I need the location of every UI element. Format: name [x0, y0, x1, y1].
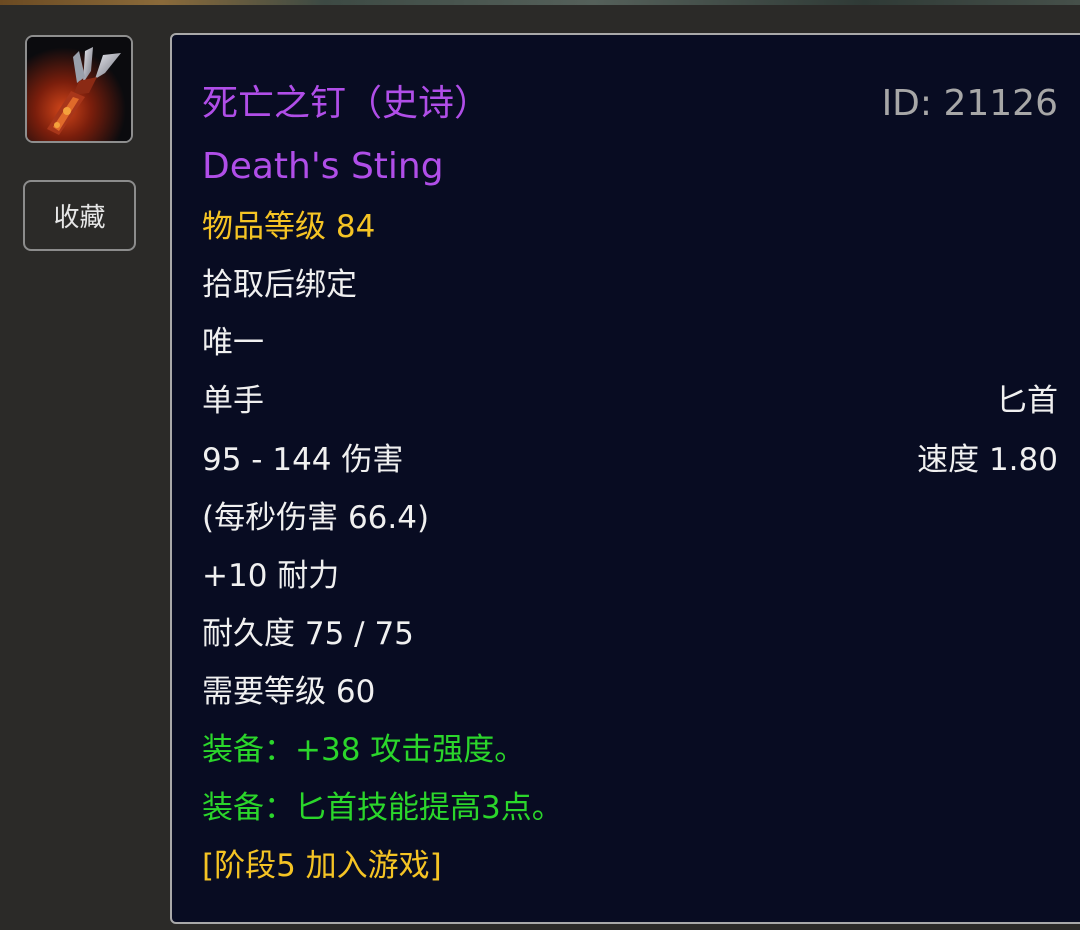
dps-value: (每秒伤害 66.4): [202, 500, 430, 536]
slot-label: 单手: [202, 383, 264, 419]
item-tooltip: 死亡之钉（史诗） ID: 21126 Death's Sting 物品等级 84…: [170, 33, 1080, 924]
required-level: 需要等级 60: [202, 674, 376, 710]
favorite-button[interactable]: 收藏: [23, 180, 136, 251]
top-banner-strip: [0, 0, 1080, 5]
weapon-type: 匕首: [996, 383, 1058, 419]
durability: 耐久度 75 / 75: [202, 616, 414, 652]
item-name-cn: 死亡之钉（史诗）: [202, 83, 491, 124]
item-id: ID: 21126: [881, 83, 1058, 124]
attack-speed: 速度 1.80: [917, 442, 1058, 478]
item-name-en: Death's Sting: [202, 146, 444, 187]
equip-effect-dagger-skill: 装备：匕首技能提高3点。: [202, 790, 563, 826]
bind-type: 拾取后绑定: [202, 267, 357, 303]
equip-effect-attack-power: 装备：+38 攻击强度。: [202, 732, 526, 768]
damage-range: 95 - 144 伤害: [202, 442, 404, 478]
dagger-icon[interactable]: [25, 35, 133, 143]
stamina-stat: +10 耐力: [202, 558, 340, 594]
phase-note: [阶段5 加入游戏]: [202, 848, 442, 884]
item-level: 物品等级 84: [202, 209, 376, 245]
unique-tag: 唯一: [202, 325, 264, 361]
